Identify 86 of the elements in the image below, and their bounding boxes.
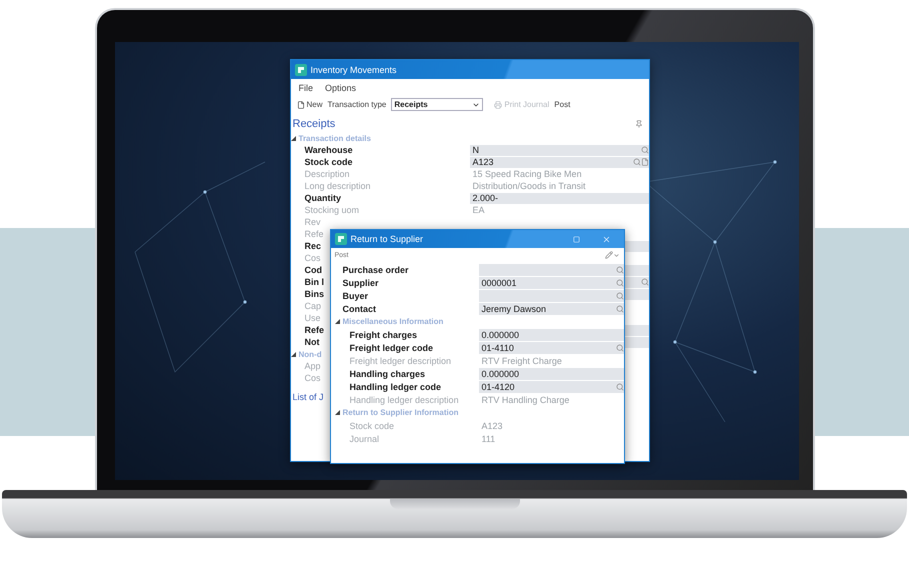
expand-triangle-icon[interactable] (290, 352, 296, 356)
field-label: Purchase order (342, 264, 409, 274)
input-field[interactable] (478, 264, 624, 276)
field-label: Refe (304, 325, 324, 335)
field-label: Transaction type (328, 100, 386, 109)
pencil-icon[interactable] (604, 251, 612, 259)
input-field[interactable]: 2.000- (470, 192, 648, 204)
field-label: Rev (304, 217, 321, 227)
read-only-field: 15 Speed Racing Bike Men (470, 168, 648, 180)
app-logo-icon (294, 64, 306, 76)
app-logo-icon (334, 233, 346, 245)
read-only-field: EA (470, 204, 648, 216)
search-icon[interactable] (616, 266, 624, 274)
field-label: Freight ledger description (350, 356, 452, 366)
document-icon[interactable] (640, 158, 648, 166)
read-only-field: A123 (478, 420, 624, 432)
expand-triangle-icon[interactable] (334, 410, 340, 415)
close-icon (602, 234, 611, 244)
input-field[interactable]: 0.000000 (478, 368, 624, 380)
maximize-icon (573, 236, 580, 242)
input-field[interactable] (478, 290, 624, 302)
input-field[interactable]: 01-4110 (478, 342, 624, 354)
input-field[interactable]: 0000001 (478, 276, 624, 288)
printer-icon (494, 100, 502, 108)
field-label: Long description (304, 181, 371, 191)
section-title: Miscellaneous Information (342, 317, 444, 326)
field-label: Refe (304, 229, 324, 239)
field-label: Buyer (342, 290, 368, 300)
menu-item[interactable]: Options (325, 83, 356, 93)
field-label: Bins (304, 289, 324, 299)
field-label: Cap (304, 301, 322, 311)
field-label: Use (304, 313, 321, 323)
expand-triangle-icon[interactable] (290, 136, 296, 140)
read-only-field: RTV Freight Charge (478, 354, 624, 366)
search-icon[interactable] (616, 382, 624, 390)
section-heading: List of J (292, 392, 324, 402)
section-title: Transaction details (298, 134, 371, 142)
field-label: Handling ledger description (350, 394, 459, 404)
input-field[interactable]: Jeremy Dawson (478, 302, 624, 314)
new-file-icon (296, 100, 304, 108)
section-heading: Receipts (292, 118, 336, 130)
dialog-title: Return to Supplier (350, 234, 424, 244)
field-label: Not (304, 337, 320, 347)
post-button[interactable]: Post (554, 100, 570, 109)
field-label: Freight ledger code (350, 342, 434, 352)
search-icon[interactable] (616, 278, 624, 286)
caret-icon[interactable] (612, 252, 620, 258)
transaction-type-select[interactable]: Receipts (391, 98, 484, 111)
field-label: Cos (304, 373, 321, 383)
input-field[interactable]: A123 (470, 156, 648, 168)
window-title: Inventory Movements (310, 64, 398, 74)
search-icon[interactable] (616, 304, 624, 312)
field-label: Cod (304, 265, 322, 275)
input-field[interactable]: 0.000000 (478, 328, 624, 340)
input-field[interactable]: 01-4120 (478, 380, 624, 392)
field-label: Freight charges (350, 330, 418, 340)
field-label: Stocking uom (304, 205, 360, 215)
search-icon[interactable] (616, 344, 624, 352)
field-label: Journal (350, 434, 380, 444)
section-title: Non-d (298, 350, 322, 358)
search-icon[interactable] (640, 278, 648, 286)
read-only-field: RTV Handling Charge (478, 394, 624, 406)
field-label: Rec (304, 241, 322, 251)
field-label: App (304, 361, 321, 371)
field-label: Warehouse (304, 145, 353, 155)
field-label: Stock code (350, 420, 394, 430)
field-label: Supplier (342, 278, 379, 288)
new-button[interactable]: New (296, 100, 323, 109)
search-icon[interactable] (632, 158, 640, 166)
field-label: Handling ledger code (350, 382, 442, 392)
field-label: Quantity (304, 193, 342, 203)
section-title: Return to Supplier Information (342, 408, 458, 417)
field-label: Bin l (304, 277, 324, 287)
search-icon[interactable] (640, 146, 648, 154)
field-label: Description (304, 169, 350, 179)
menu-item[interactable]: File (298, 83, 314, 93)
search-icon[interactable] (616, 292, 624, 300)
field-label: Cos (304, 253, 321, 263)
input-field[interactable]: N (470, 144, 648, 156)
read-only-field: 111 (478, 432, 624, 444)
field-label: Handling charges (350, 368, 426, 378)
expand-triangle-icon[interactable] (334, 319, 340, 324)
pin-icon[interactable] (634, 120, 642, 128)
read-only-field: Distribution/Goods in Transit (470, 180, 648, 192)
field-label: Contact (342, 304, 376, 314)
field-label: Stock code (304, 157, 353, 167)
